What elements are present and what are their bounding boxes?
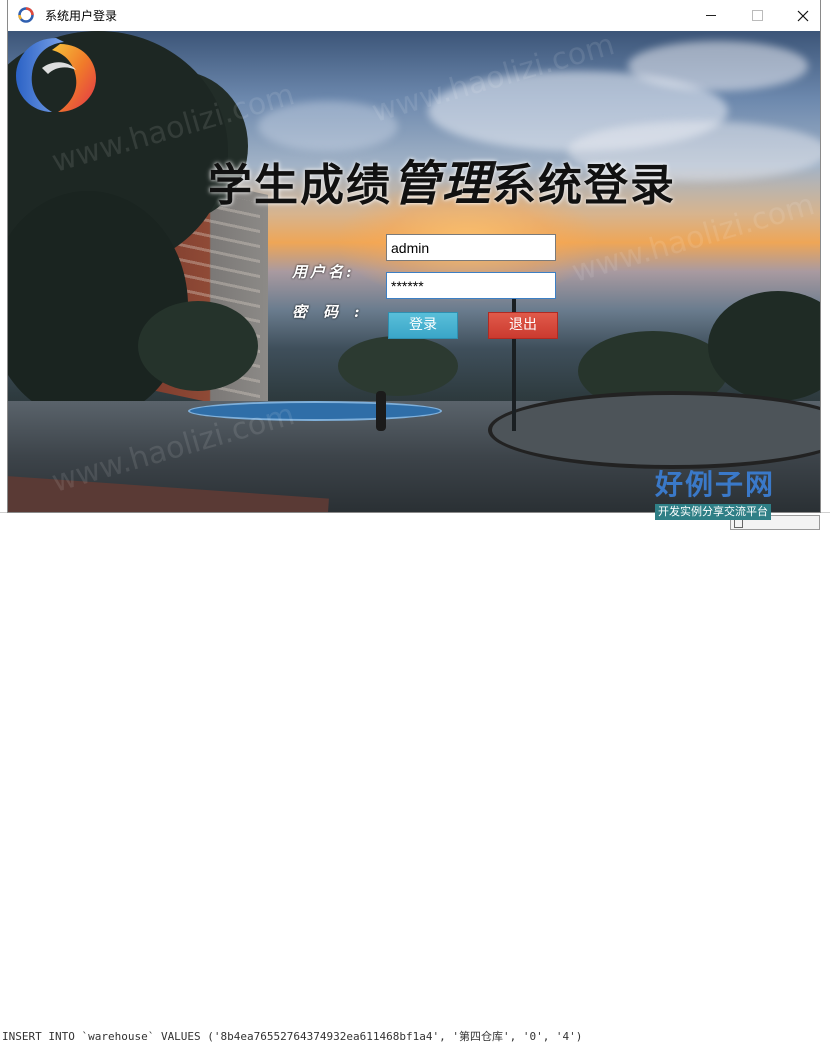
app-icon bbox=[18, 7, 34, 23]
console-sql-line: INSERT INTO `warehouse` VALUES ('8b4ea76… bbox=[2, 1030, 583, 1043]
username-input[interactable] bbox=[386, 234, 556, 261]
close-button[interactable] bbox=[780, 0, 826, 31]
login-window: 系统用户登录 www.haolizi.com www.haolizi.com w… bbox=[8, 0, 820, 512]
password-label: 密码: bbox=[292, 303, 376, 321]
maximize-icon bbox=[751, 10, 763, 21]
page-title: 学生成绩管理系统登录 bbox=[208, 156, 677, 212]
username-label: 用户名: bbox=[292, 263, 355, 281]
maximize-button[interactable] bbox=[734, 0, 780, 31]
password-input[interactable] bbox=[386, 272, 556, 299]
school-logo-icon bbox=[16, 38, 96, 112]
login-button[interactable]: 登录 bbox=[388, 312, 458, 339]
site-logo-name: 好例子网 bbox=[655, 468, 776, 501]
street-lamp bbox=[512, 281, 516, 431]
background-ide-right-pane bbox=[820, 0, 830, 530]
minimize-icon bbox=[706, 15, 716, 16]
minimize-button[interactable] bbox=[688, 0, 734, 31]
site-logo-slogan: 开发实例分享交流平台 bbox=[655, 504, 771, 520]
site-logo: 好例子网 开发实例分享交流平台 bbox=[655, 470, 795, 520]
title-bar: 系统用户登录 bbox=[8, 0, 820, 31]
close-icon bbox=[797, 10, 809, 21]
background-photo: www.haolizi.com www.haolizi.com www.haol… bbox=[8, 31, 820, 512]
exit-button[interactable]: 退出 bbox=[488, 312, 558, 339]
window-title: 系统用户登录 bbox=[45, 9, 118, 23]
